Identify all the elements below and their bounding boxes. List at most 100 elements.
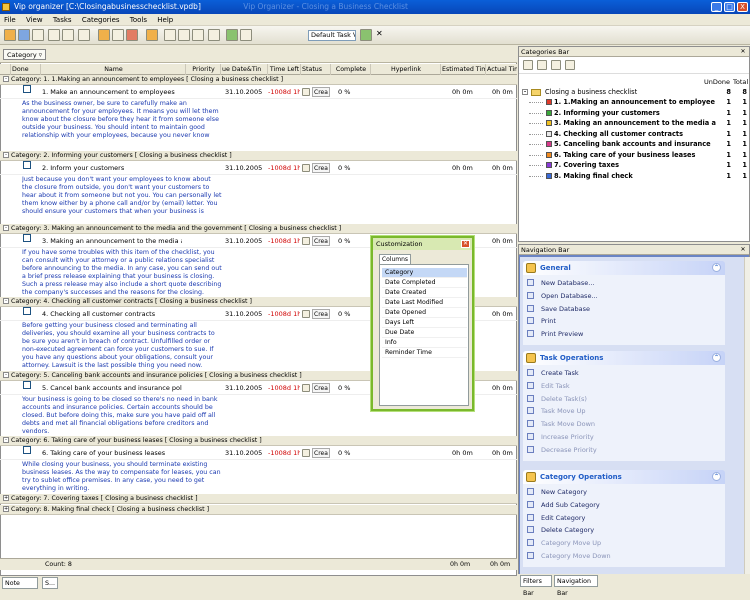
complete-cell[interactable]: 0 %: [338, 307, 363, 321]
close-button[interactable]: X: [737, 2, 748, 12]
col-done[interactable]: Done: [10, 64, 38, 75]
collapse-chevron-icon[interactable]: ⌃: [712, 353, 721, 362]
maximize-button[interactable]: □: [724, 2, 735, 12]
tab-filters-bar[interactable]: Filters Bar: [520, 575, 552, 597]
nav-section-header[interactable]: Task Operations ⌃: [523, 351, 725, 365]
column-option[interactable]: Days Left: [382, 318, 467, 328]
complete-cell[interactable]: 0 %: [338, 85, 363, 99]
col-due-date[interactable]: ue Date&Tin: [220, 64, 267, 75]
complete-cell[interactable]: 0 %: [338, 161, 363, 175]
nav-item[interactable]: Category Move Down: [541, 552, 611, 560]
delete-task-icon[interactable]: [126, 29, 138, 41]
category-item[interactable]: 7. Covering taxes 1 1: [519, 161, 749, 170]
group-header-collapsed[interactable]: + Category: 7. Covering taxes [ Closing a…: [0, 494, 517, 504]
category-item[interactable]: 2. Informing your customers 1 1: [519, 109, 749, 118]
view-icon[interactable]: [164, 29, 176, 41]
task-view-select[interactable]: Default Task V: [308, 30, 356, 41]
dropdown-icon[interactable]: [240, 29, 252, 41]
group-header-collapsed[interactable]: + Category: 8. Making final check [ Closi…: [0, 505, 517, 515]
cut-icon[interactable]: [78, 29, 90, 41]
col-complete[interactable]: Complete: [330, 64, 370, 75]
close-view-icon[interactable]: ✕: [376, 29, 383, 38]
done-checkbox[interactable]: [23, 307, 31, 315]
nav-item[interactable]: Decrease Priority: [541, 446, 597, 454]
collapse-chevron-icon[interactable]: ⌃: [712, 472, 721, 481]
col-priority[interactable]: Priority: [185, 64, 220, 75]
group-header[interactable]: - Category: 1. 1.Making an announcement t…: [0, 75, 517, 85]
due-date-cell[interactable]: 31.10.2005: [225, 85, 267, 99]
column-option[interactable]: Info: [382, 338, 467, 348]
done-checkbox[interactable]: [23, 161, 31, 169]
status-cell[interactable]: Crea: [312, 87, 330, 97]
nav-item[interactable]: New Database...: [541, 279, 594, 287]
nav-item[interactable]: Print Preview: [541, 330, 583, 338]
col-actual-time[interactable]: Actual Tim: [485, 64, 517, 75]
col-time-left[interactable]: Time Left: [267, 64, 300, 75]
due-date-cell[interactable]: 31.10.2005: [225, 446, 267, 460]
nav-scrollbar[interactable]: [744, 257, 750, 575]
close-icon[interactable]: ✕: [739, 48, 747, 56]
status-cell[interactable]: Crea: [312, 236, 330, 246]
group-by-category-badge[interactable]: Category ▿: [3, 49, 47, 60]
done-checkbox[interactable]: [23, 446, 31, 454]
column-option[interactable]: Due Date: [382, 328, 467, 338]
nav-item[interactable]: Delete Task(s): [541, 395, 587, 403]
nav-item[interactable]: Edit Category: [541, 514, 585, 522]
status-cell[interactable]: Crea: [312, 448, 330, 458]
nav-item[interactable]: New Category: [541, 488, 587, 496]
move-icon[interactable]: [146, 29, 158, 41]
nav-item[interactable]: Category Move Up: [541, 539, 601, 547]
menu-help[interactable]: Help: [153, 14, 177, 26]
category-item[interactable]: 6. Taking care of your business leases 1 1: [519, 151, 749, 160]
task-row[interactable]: 2. Inform your customersNormal31.10.2005…: [0, 161, 517, 175]
columns-icon[interactable]: [192, 29, 204, 41]
nav-item[interactable]: Task Move Down: [541, 420, 595, 428]
category-item[interactable]: 4. Checking all customer contracts 1 1: [519, 130, 749, 139]
minimize-button[interactable]: _: [711, 2, 722, 12]
column-option[interactable]: Date Completed: [382, 278, 467, 288]
nav-section-header[interactable]: General ⌃: [523, 261, 725, 275]
done-checkbox[interactable]: [23, 85, 31, 93]
complete-cell[interactable]: 0 %: [338, 381, 363, 395]
column-option[interactable]: Category: [382, 268, 467, 278]
due-date-cell[interactable]: 31.10.2005: [225, 234, 267, 248]
status-cell[interactable]: Crea: [312, 383, 330, 393]
filter-icon[interactable]: [208, 29, 220, 41]
group-header[interactable]: - Category: 2. Informing your customers […: [0, 151, 517, 161]
nav-item[interactable]: Open Database...: [541, 292, 598, 300]
category-item[interactable]: 5. Canceling bank accounts and insurance…: [519, 140, 749, 149]
nav-item[interactable]: Edit Task: [541, 382, 570, 390]
status-cell[interactable]: Crea: [312, 309, 330, 319]
new-task-icon[interactable]: [98, 29, 110, 41]
nav-item[interactable]: Increase Priority: [541, 433, 594, 441]
done-checkbox[interactable]: [23, 381, 31, 389]
open-icon[interactable]: [18, 29, 30, 41]
group-header[interactable]: - Category: 3. Making an announcement to …: [0, 224, 517, 234]
column-option[interactable]: Date Last Modified: [382, 298, 467, 308]
nav-item[interactable]: Print: [541, 317, 556, 325]
print-icon[interactable]: [48, 29, 60, 41]
edit-category-icon[interactable]: [551, 60, 561, 70]
navigation-icon[interactable]: [226, 29, 238, 41]
due-date-cell[interactable]: 31.10.2005: [225, 307, 267, 321]
new-icon[interactable]: [4, 29, 16, 41]
menu-categories[interactable]: Categories: [78, 14, 124, 26]
nav-section-header[interactable]: Category Operations ⌃: [523, 470, 725, 484]
close-icon[interactable]: ✕: [739, 246, 747, 254]
nav-item[interactable]: Add Sub Category: [541, 501, 600, 509]
complete-cell[interactable]: 0 %: [338, 446, 363, 460]
close-icon[interactable]: ✕: [461, 240, 470, 248]
nav-item[interactable]: Delete Category: [541, 526, 594, 534]
new-category-icon[interactable]: [523, 60, 533, 70]
col-hyperlink[interactable]: Hyperlink: [370, 64, 440, 75]
category-item[interactable]: 1. 1.Making an announcement to employee 1…: [519, 98, 749, 107]
category-root[interactable]: - Closing a business checklist 8 8: [519, 88, 749, 97]
edit-task-icon[interactable]: [112, 29, 124, 41]
col-estimated-time[interactable]: Estimated Time: [440, 64, 485, 75]
column-option[interactable]: Date Opened: [382, 308, 467, 318]
collapse-chevron-icon[interactable]: ⌃: [712, 263, 721, 272]
menu-view[interactable]: View: [22, 14, 47, 26]
menu-tasks[interactable]: Tasks: [49, 14, 76, 26]
task-row[interactable]: 6. Taking care of your business leasesNo…: [0, 446, 517, 460]
status-cell[interactable]: Crea: [312, 163, 330, 173]
